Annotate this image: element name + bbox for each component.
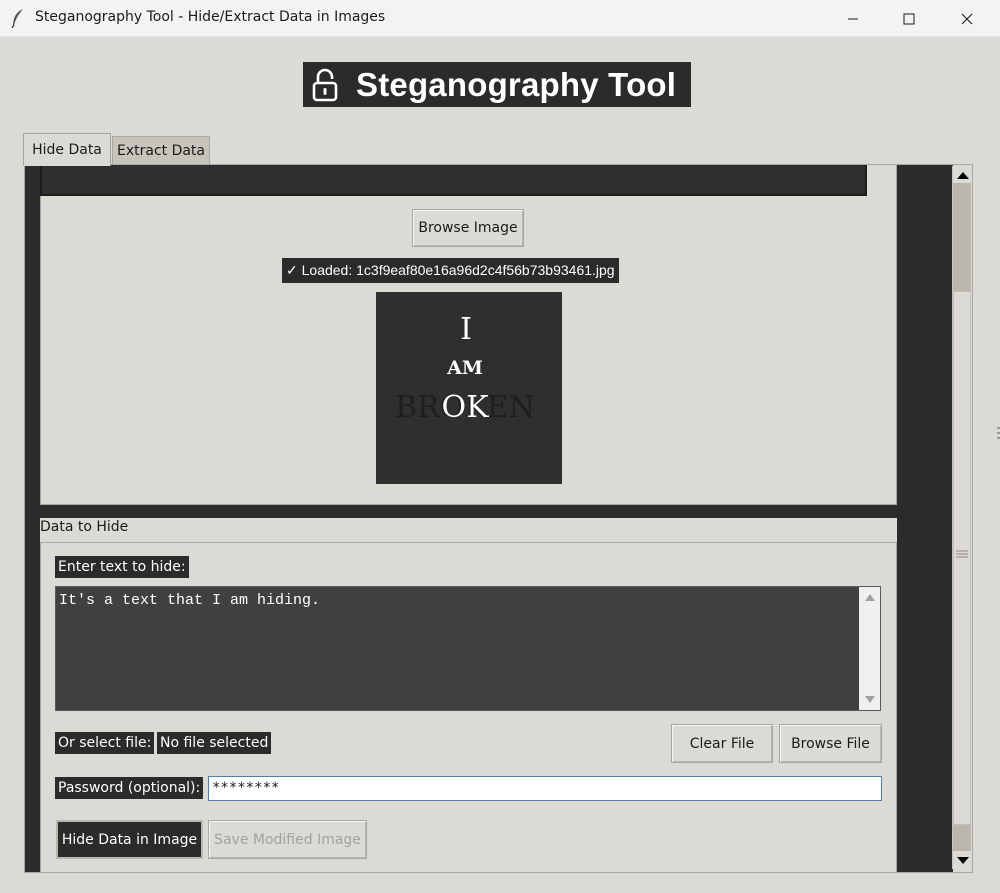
scroll-grip-icon: [956, 550, 968, 558]
save-modified-image-button[interactable]: Save Modified Image: [208, 820, 367, 859]
window-title: Steganography Tool - Hide/Extract Data i…: [35, 9, 386, 25]
scroll-track-lower[interactable]: [953, 825, 971, 851]
page-title: Steganography Tool: [356, 65, 677, 103]
hidden-text-input[interactable]: It's a text that I am hiding.: [55, 586, 881, 711]
loaded-status: ✓ Loaded: 1c3f9eaf80e16a96d2c4f56b73b934…: [282, 258, 619, 283]
textarea-scrollbar[interactable]: [859, 587, 880, 710]
minimize-icon: [848, 18, 858, 19]
tab-extract-data[interactable]: Extract Data: [112, 136, 210, 164]
lock-icon: [312, 68, 338, 101]
scroll-track-upper[interactable]: [953, 183, 971, 291]
browse-image-button[interactable]: Browse Image: [412, 209, 524, 247]
scrollable-content: Browse Image ✓ Loaded: 1c3f9eaf80e16a96d…: [25, 165, 953, 872]
title-bar: Steganography Tool - Hide/Extract Data i…: [0, 0, 1000, 37]
hidden-text-value: It's a text that I am hiding.: [59, 592, 321, 609]
preview-image: I AM BROKEN OK: [376, 292, 562, 484]
preview-line-i: I: [460, 312, 472, 347]
password-label: Password (optional):: [55, 777, 204, 799]
resize-grip-icon[interactable]: [996, 426, 1000, 440]
image-preview: I AM BROKEN OK: [376, 292, 562, 484]
file-label: Or select file:: [55, 732, 155, 754]
close-icon: [961, 13, 973, 24]
image-section: Browse Image ✓ Loaded: 1c3f9eaf80e16a96d…: [40, 165, 897, 505]
preview-line-ok: OK: [441, 390, 489, 425]
password-field[interactable]: ********: [208, 776, 882, 801]
browse-file-button[interactable]: Browse File: [779, 724, 882, 763]
tab-hide-data[interactable]: Hide Data: [23, 133, 111, 166]
section-label: Data to Hide: [40, 519, 129, 535]
image-path-bar: [40, 165, 867, 196]
maximize-icon: [903, 13, 915, 24]
preview-line-am: AM: [446, 357, 483, 379]
scroll-down-arrow-icon[interactable]: [957, 857, 969, 864]
close-button[interactable]: [944, 0, 990, 37]
hide-data-button[interactable]: Hide Data in Image: [56, 820, 203, 859]
text-label: Enter text to hide:: [55, 556, 189, 578]
file-status: No file selected: [157, 732, 272, 754]
minimize-button[interactable]: [830, 0, 876, 37]
data-to-hide-section: Data to Hide Enter text to hide: It's a …: [40, 518, 897, 872]
main-scrollbar[interactable]: [952, 166, 971, 869]
scroll-up-icon[interactable]: [865, 594, 875, 601]
app-header: Steganography Tool: [303, 62, 691, 107]
clear-file-button[interactable]: Clear File: [671, 724, 773, 763]
scroll-down-icon[interactable]: [865, 696, 875, 703]
maximize-button[interactable]: [886, 0, 932, 37]
scroll-up-arrow-icon[interactable]: [957, 172, 969, 179]
feather-icon: [11, 9, 23, 28]
